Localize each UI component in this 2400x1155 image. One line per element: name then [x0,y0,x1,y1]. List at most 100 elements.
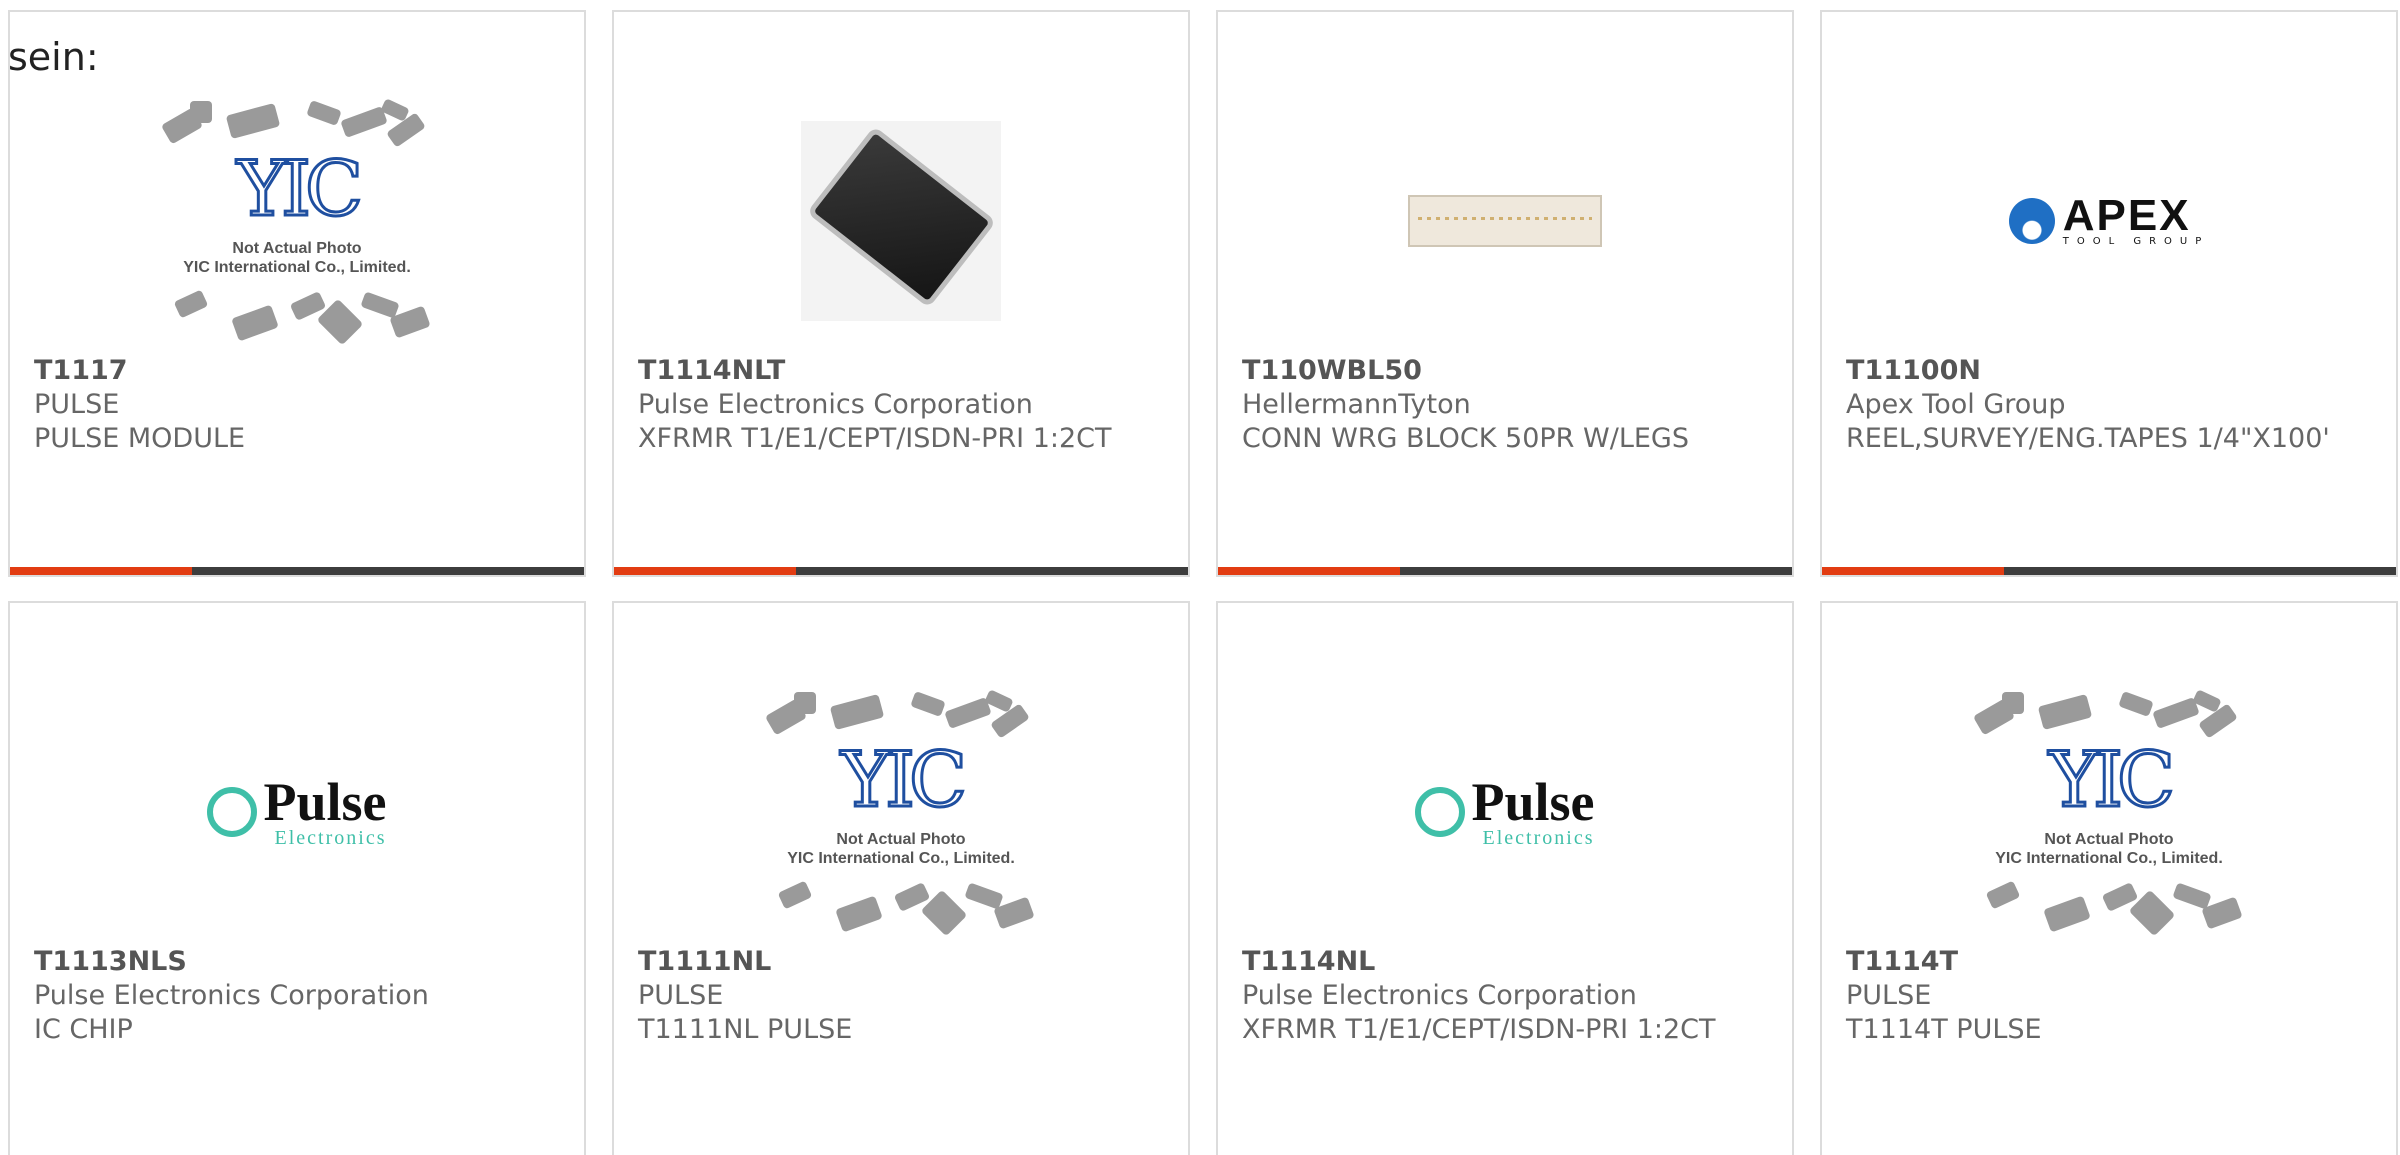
product-description: PULSE MODULE [34,423,246,454]
card-accent-bar [10,567,192,575]
chip-graphic [829,693,885,731]
image-caption: Not Actual Photo YIC International Co., … [787,831,1015,867]
manufacturer-name: Pulse Electronics Corporation [34,980,429,1011]
product-card[interactable]: YIC Not Actual Photo YIC International Co… [612,601,1190,1155]
product-card[interactable]: YIC Not Actual Photo YIC International Co… [8,10,586,577]
product-card[interactable]: Pulse Electronics T1114NL Pulse Electronics… [1216,601,1794,1155]
logo-text: APEX [2062,190,2191,240]
chip-graphic [231,304,279,342]
yic-logo-icon: YIC [839,735,968,824]
product-info: T1114NL Pulse Electronics Corporation XFRM… [1242,945,1768,1047]
yic-placeholder-image: YIC Not Actual Photo YIC International Co… [764,689,1036,937]
chip-graphic [2037,693,2093,731]
apex-badge-icon [2008,198,2055,244]
part-number-link[interactable]: T1114NL [1242,945,1768,979]
product-description: CONN WRG BLOCK 50PR W/LEGS [1242,423,1689,454]
card-bottom-bar [1218,567,1792,575]
pulse-circle-icon [1415,787,1466,837]
logo-subtext: TOOL GROUP [2062,235,2210,247]
part-number-link[interactable]: T1117 [34,354,560,388]
yic-logo-icon: YIC [2047,735,2176,824]
yic-placeholder-image: YIC Not Actual Photo YIC International Co… [160,98,432,346]
product-info: T110WBL50 HellermannTyton CONN WRG BLOCK 5… [1242,354,1768,456]
product-image[interactable]: YIC Not Actual Photo YIC International Co… [614,681,1188,943]
chip-graphic [173,289,209,319]
product-card[interactable]: APEX TOOL GROUP T11100N Apex Tool Group REEL… [1820,10,2398,577]
part-number-link[interactable]: T1113NLS [34,945,560,979]
chip-graphic [1985,880,2021,910]
chip-graphic [2118,691,2154,717]
chip-graphic [990,703,1030,739]
product-grid-page: sein: YIC Not Actual Photo YIC Internatio… [0,0,2400,1155]
chip-graphic [2043,895,2091,933]
product-card[interactable]: YIC Not Actual Photo YIC International Co… [1820,601,2398,1155]
product-description: T1114T PULSE [1846,1014,2042,1045]
product-description: XFRMR T1/E1/CEPT/ISDN-PRI 1:2CT [638,423,1112,454]
chip-graphic [225,102,281,140]
product-info: T1117 PULSE PULSE MODULE [34,354,560,456]
ic-chip-photo [801,121,1001,321]
product-card[interactable]: Pulse Electronics T1113NLS Pulse Electronic… [8,601,586,1155]
chip-graphic [386,112,426,148]
card-accent-bar [1822,567,2004,575]
product-image[interactable]: Pulse Electronics [1218,681,1792,943]
ic-body-graphic [813,132,990,302]
logo-text: Pulse [263,772,387,832]
chip-graphic [2152,697,2200,729]
pulse-logo: Pulse Electronics [207,772,387,848]
manufacturer-name: PULSE [1846,980,1932,1011]
chip-graphic [2198,703,2238,739]
manufacturer-name: HellermannTyton [1242,389,1471,420]
product-image[interactable]: YIC Not Actual Photo YIC International Co… [1822,681,2396,943]
image-caption: Not Actual Photo YIC International Co., … [183,240,411,276]
card-bottom-bar [10,567,584,575]
product-image[interactable]: YIC Not Actual Photo YIC International Co… [10,90,584,352]
product-image[interactable]: Pulse Electronics [10,681,584,943]
yic-placeholder-image: YIC Not Actual Photo YIC International Co… [1972,689,2244,937]
card-bottom-bar [614,567,1188,575]
chip-graphic [794,692,816,714]
logo-text: Pulse [1471,772,1595,832]
part-number-link[interactable]: T110WBL50 [1242,354,1768,388]
manufacturer-name: PULSE [34,389,120,420]
logo-subtext: Electronics [1482,827,1595,849]
manufacturer-name: Pulse Electronics Corporation [1242,980,1637,1011]
product-description: XFRMR T1/E1/CEPT/ISDN-PRI 1:2CT [1242,1014,1716,1045]
yic-logo-icon: YIC [235,144,364,233]
chip-graphic [190,101,212,123]
part-number-link[interactable]: T1114NLT [638,354,1164,388]
card-bottom-bar [1822,567,2396,575]
manufacturer-name: PULSE [638,980,724,1011]
chip-graphic [306,100,342,126]
manufacturer-name: Apex Tool Group [1846,389,2066,420]
product-image[interactable] [1218,90,1792,352]
chip-graphic [910,691,946,717]
product-info: T1114NLT Pulse Electronics Corporation XFR… [638,354,1164,456]
chip-graphic [777,880,813,910]
product-description: T1111NL PULSE [638,1014,853,1045]
intro-text: sein: [8,35,99,79]
chip-graphic [340,106,388,138]
apex-logo: APEX TOOL GROUP [2008,190,2210,247]
chip-graphic [360,291,400,319]
connector-block-photo [1408,195,1602,247]
product-info: T1111NL PULSE T1111NL PULSE [638,945,1164,1047]
card-accent-bar [614,567,796,575]
chip-graphic [944,697,992,729]
part-number-link[interactable]: T1114T [1846,945,2372,979]
manufacturer-name: Pulse Electronics Corporation [638,389,1033,420]
product-card[interactable]: T110WBL50 HellermannTyton CONN WRG BLOCK 5… [1216,10,1794,577]
chip-graphic [964,882,1004,910]
product-image[interactable]: APEX TOOL GROUP [1822,90,2396,352]
product-image[interactable] [614,90,1188,352]
product-grid: YIC Not Actual Photo YIC International Co… [8,10,2400,1155]
product-card[interactable]: T1114NLT Pulse Electronics Corporation XFR… [612,10,1190,577]
part-number-link[interactable]: T11100N [1846,354,2372,388]
product-info: T1114T PULSE T1114T PULSE [1846,945,2372,1047]
part-number-link[interactable]: T1111NL [638,945,1164,979]
product-description: REEL,SURVEY/ENG.TAPES 1/4"X100' [1846,423,2330,454]
chip-graphic [835,895,883,933]
pulse-logo: Pulse Electronics [1415,772,1595,849]
product-info: T1113NLS Pulse Electronics Corporation IC … [34,945,560,1047]
chip-graphic [2172,882,2212,910]
